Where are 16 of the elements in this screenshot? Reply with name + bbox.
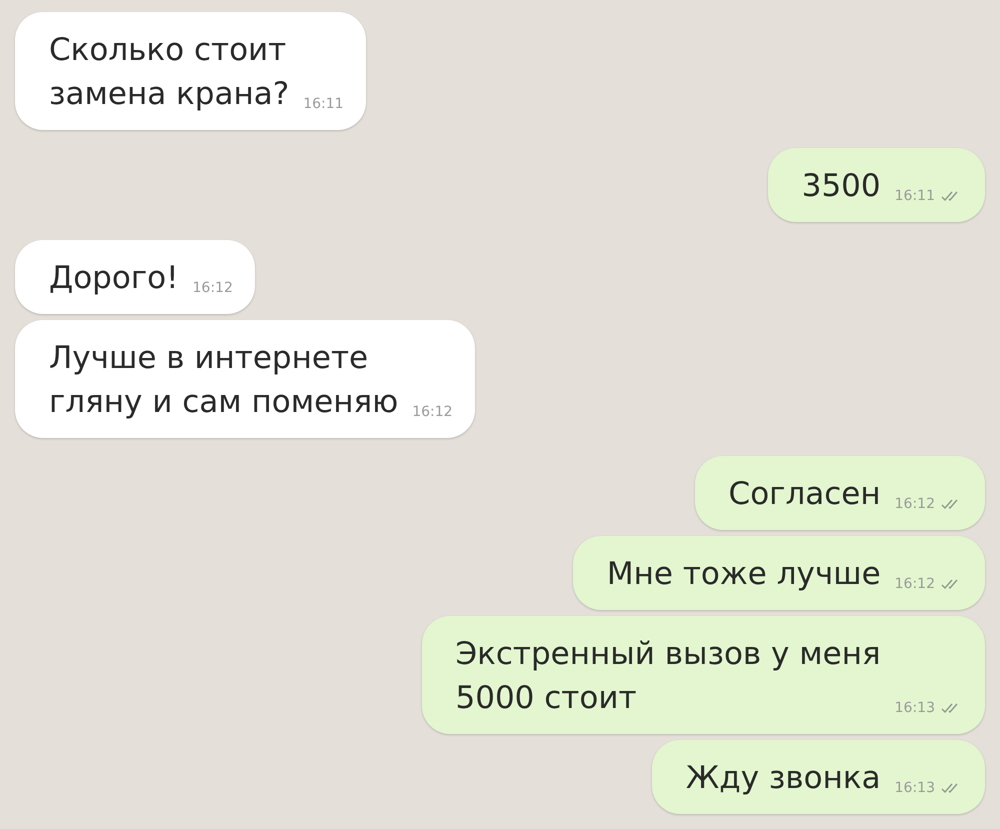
message-text: Жду звонка (686, 759, 881, 798)
message-text: 3500 (802, 167, 881, 206)
message-text: Экстренный вызов у меня 5000 стоит (456, 635, 881, 718)
message-time: 16:11 (894, 188, 935, 204)
message-time: 16:12 (894, 576, 935, 592)
message-time: 16:12 (192, 280, 233, 296)
message-text: Лучше в интернете гляну и сам поменяю (49, 339, 398, 422)
message-text: Сколько стоит замена крана? (49, 31, 290, 114)
message-text: Дорого! (49, 259, 179, 298)
message-time: 16:13 (894, 780, 935, 796)
message-time: 16:12 (894, 496, 935, 512)
message-time: 16:11 (303, 96, 344, 112)
message-time: 16:12 (412, 404, 453, 420)
message-time: 16:13 (894, 700, 935, 716)
message-text: Согласен (728, 475, 881, 514)
message-text: Мне тоже лучше (606, 555, 881, 594)
